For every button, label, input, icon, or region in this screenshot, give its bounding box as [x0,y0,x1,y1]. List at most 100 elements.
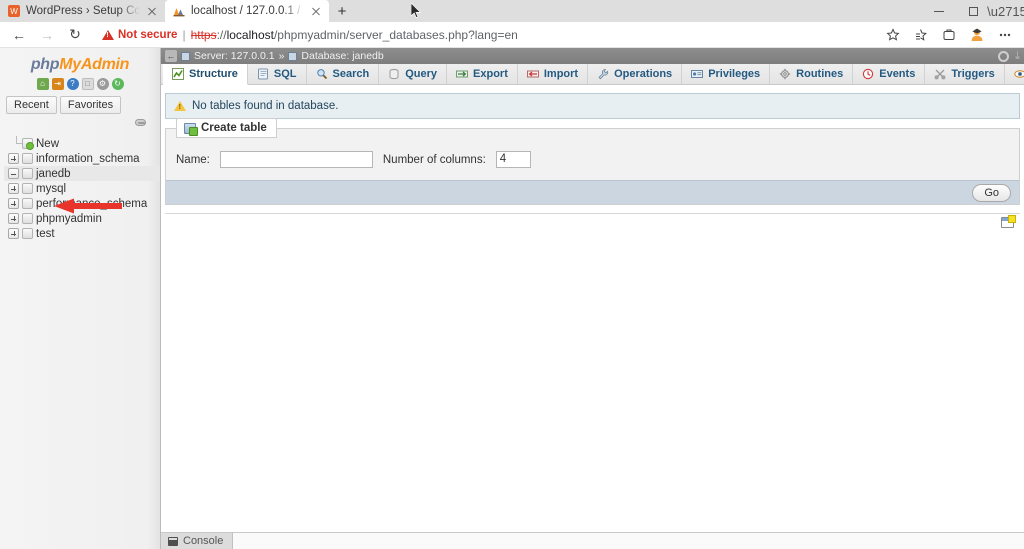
tab-label: Routines [796,68,844,80]
collections-icon[interactable] [907,24,934,46]
favorite-star-icon[interactable] [879,24,906,46]
collapse-sidebar-icon[interactable]: ← [165,50,177,62]
browser-essentials-icon[interactable] [935,24,962,46]
tab-structure[interactable]: Structure [163,64,248,85]
phpmyadmin-content: ← Server: 127.0.0.1 » Database: janedb ⤓… [161,48,1024,549]
close-window-button[interactable]: \u2715 [987,0,1024,22]
sidebar-quick-icons: ⌂ ⇥ ? □ ⚙ ↻ [0,76,160,94]
tree-expand-icon[interactable] [8,183,19,194]
db-tree-item-information-schema[interactable]: information_schema [4,151,160,166]
tree-expand-icon[interactable] [8,198,19,209]
collapse-icon[interactable]: ⤓ [1015,50,1020,63]
columns-count-input[interactable] [495,151,531,168]
tab-privileges[interactable]: Privileges [682,64,771,84]
tab-events[interactable]: Events [853,64,926,84]
address-bar[interactable]: Not secure | https://localhost/phpmyadmi… [94,23,873,46]
tree-expand-icon[interactable] [8,213,19,224]
phpmyadmin-logo[interactable]: phpMyAdmin [0,48,160,76]
breadcrumb-database[interactable]: Database: janedb [301,50,383,62]
create-table-fieldset: Create table Name: Number of columns: Go [165,118,1020,205]
export-icon [456,68,469,80]
navigation-sidebar: phpMyAdmin ⌂ ⇥ ? □ ⚙ ↻ Recent Favorites [0,48,161,549]
url-scheme-suffix: :// [216,27,227,42]
close-icon[interactable] [310,5,322,17]
help-docs-icon[interactable]: ? [66,78,79,90]
events-icon [862,68,874,80]
database-icon [22,228,33,239]
db-label: test [36,227,55,240]
back-button[interactable]: ← [6,24,32,46]
query-icon [388,68,400,80]
db-label: information_schema [36,152,140,165]
gear-icon[interactable] [998,50,1010,62]
tab-label: Import [543,68,579,80]
db-tree-item-new[interactable]: New [4,136,160,151]
tab-search[interactable]: Search [307,64,380,84]
operations-icon [597,68,609,80]
tab-tracking[interactable]: Tracking [1005,64,1024,84]
logo-php: php [30,56,60,73]
warning-triangle-icon [102,29,114,40]
tab-import[interactable]: Import [518,64,589,84]
tab-triggers[interactable]: Triggers [925,64,1005,84]
browser-window: W WordPress › Setup Configuration localh… [0,0,1024,549]
console-window-icon[interactable] [1001,215,1016,228]
browser-tabstrip: W WordPress › Setup Configuration localh… [0,0,1024,22]
browser-tab-wordpress[interactable]: W WordPress › Setup Configuration [0,0,165,22]
db-tree-item-test[interactable]: test [4,226,160,241]
settings-more-icon[interactable] [991,24,1018,46]
url-text: https://localhost/phpmyadmin/server_data… [191,28,518,42]
settings-gear-icon[interactable]: ⚙ [96,78,109,90]
server-icon [181,51,190,61]
db-label: mysql [36,182,67,195]
recent-button[interactable]: Recent [6,96,57,114]
maximize-button[interactable] [956,0,990,22]
go-button[interactable]: Go [972,183,1011,202]
no-tables-notice: No tables found in database. [165,93,1020,119]
tree-expand-icon[interactable] [8,228,19,239]
tab-label: Export [473,68,508,80]
tab-routines[interactable]: Routines [770,64,854,84]
tab-operations[interactable]: Operations [588,64,683,84]
reload-button[interactable]: ↻ [62,24,88,46]
home-icon[interactable]: ⌂ [36,78,49,90]
favorites-button[interactable]: Favorites [59,96,122,114]
breadcrumb-chevron: » [278,50,285,62]
console-toggle-button[interactable]: Console [161,533,234,549]
db-label: New [36,137,60,150]
reload-navigation-icon[interactable]: ↻ [111,78,124,90]
tree-expand-icon[interactable] [8,153,19,164]
logo-myadmin: MyAdmin [59,56,130,73]
create-table-legend: Create table [176,118,277,138]
notice-text: No tables found in database. [192,100,339,112]
tree-collapse-icon[interactable] [8,168,19,179]
browser-tab-phpmyadmin[interactable]: localhost / 127.0.0.1 / janedb | ph [165,0,422,22]
minimize-button[interactable] [922,0,956,22]
console-bar: Console [161,532,1024,549]
mouse-cursor [411,3,422,19]
tab-label: SQL [273,68,297,80]
search-icon [316,68,328,80]
tab-sql[interactable]: SQL [248,64,307,84]
db-tree-item-mysql[interactable]: mysql [4,181,160,196]
tab-query[interactable]: Query [379,64,448,84]
close-icon[interactable] [146,5,158,17]
browser-toolbar-icons [879,24,1018,46]
not-secure-badge[interactable]: Not secure [102,29,177,41]
wiki-icon[interactable]: □ [81,78,94,90]
table-name-input[interactable] [219,151,373,168]
breadcrumb-server[interactable]: Server: 127.0.0.1 [194,50,275,62]
database-icon [288,51,298,61]
create-table-body: Name: Number of columns: [166,129,1019,180]
new-tab-button[interactable]: + [329,0,355,22]
database-icon [22,153,33,164]
pin-navigation-icon[interactable] [135,119,146,126]
tab-export[interactable]: Export [447,64,518,84]
tab-label: Operations [614,68,673,80]
logout-icon[interactable]: ⇥ [51,78,64,90]
profile-avatar-icon[interactable] [963,24,990,46]
columns-count-label: Number of columns: [382,153,486,166]
db-tree-item-janedb[interactable]: janedb [4,166,160,181]
tracking-icon [1014,68,1024,80]
forward-button[interactable]: → [34,24,60,46]
